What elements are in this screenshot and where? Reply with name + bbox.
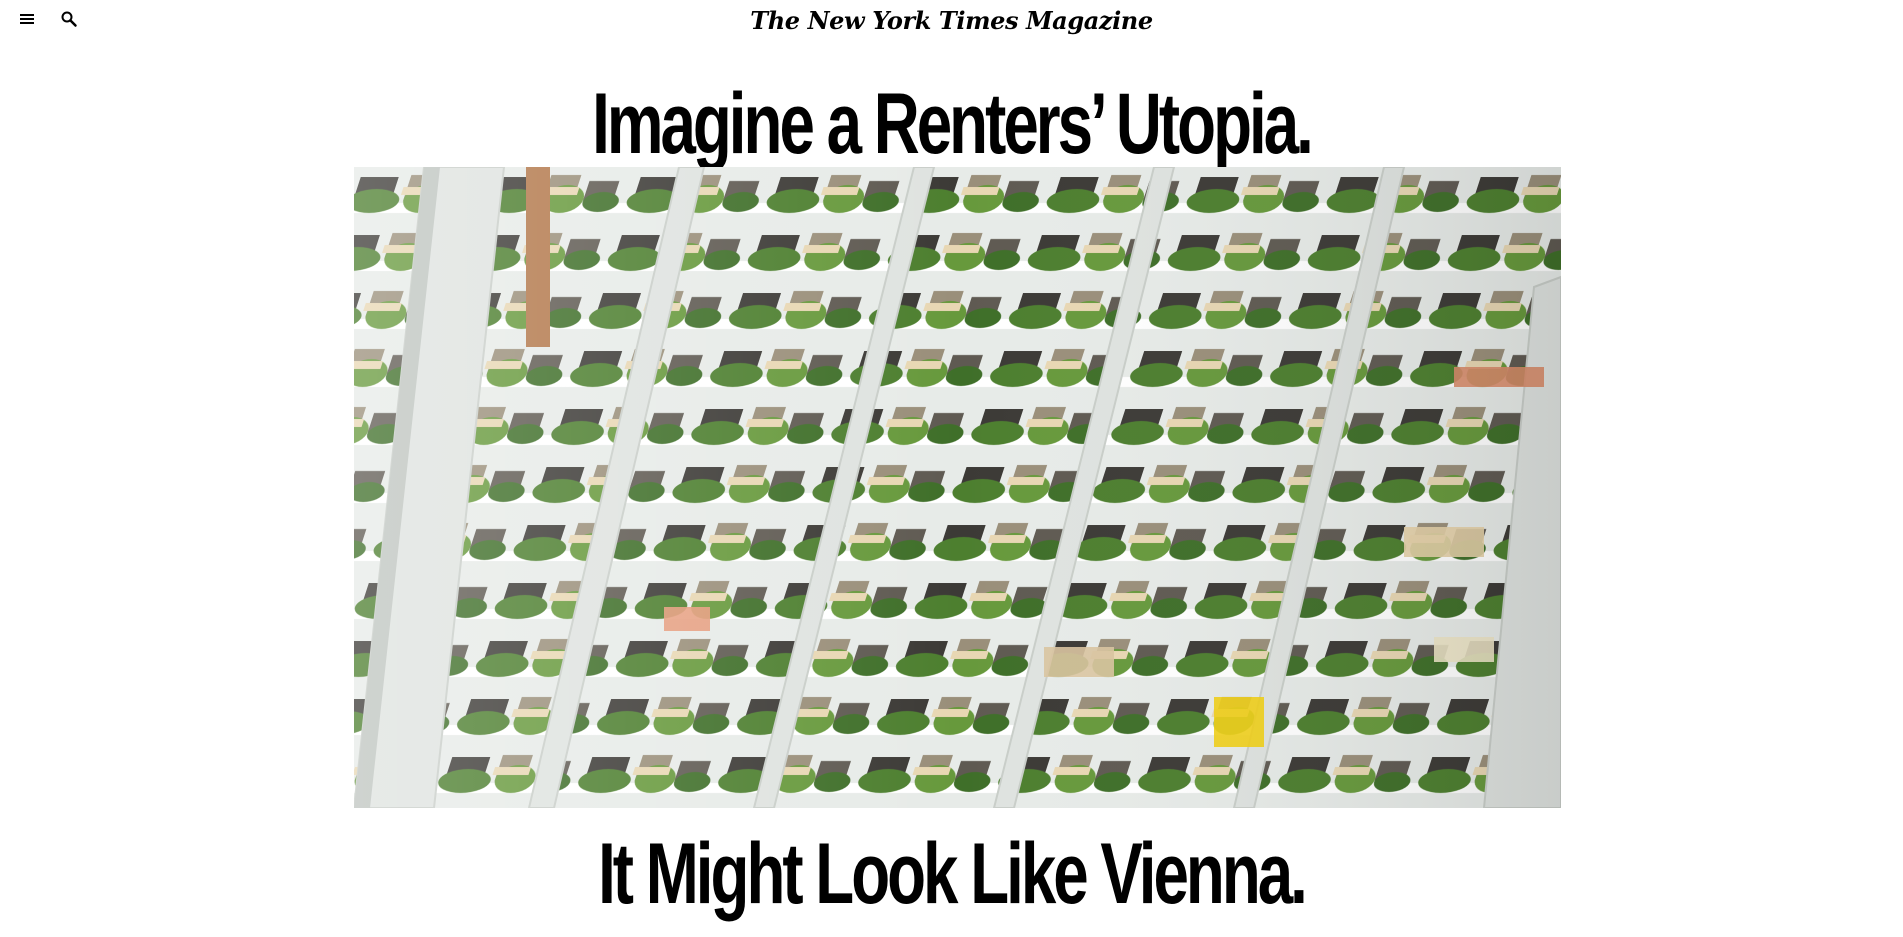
masthead-logo[interactable]: The New York Times Magazine <box>0 5 1903 37</box>
hero-image <box>354 167 1561 808</box>
headline-top: Imagine a Renters’ Utopia. <box>592 76 1314 172</box>
headline-bottom: It Might Look Like Vienna. <box>598 826 1308 922</box>
top-navigation: The New York Times Magazine <box>0 0 1903 40</box>
